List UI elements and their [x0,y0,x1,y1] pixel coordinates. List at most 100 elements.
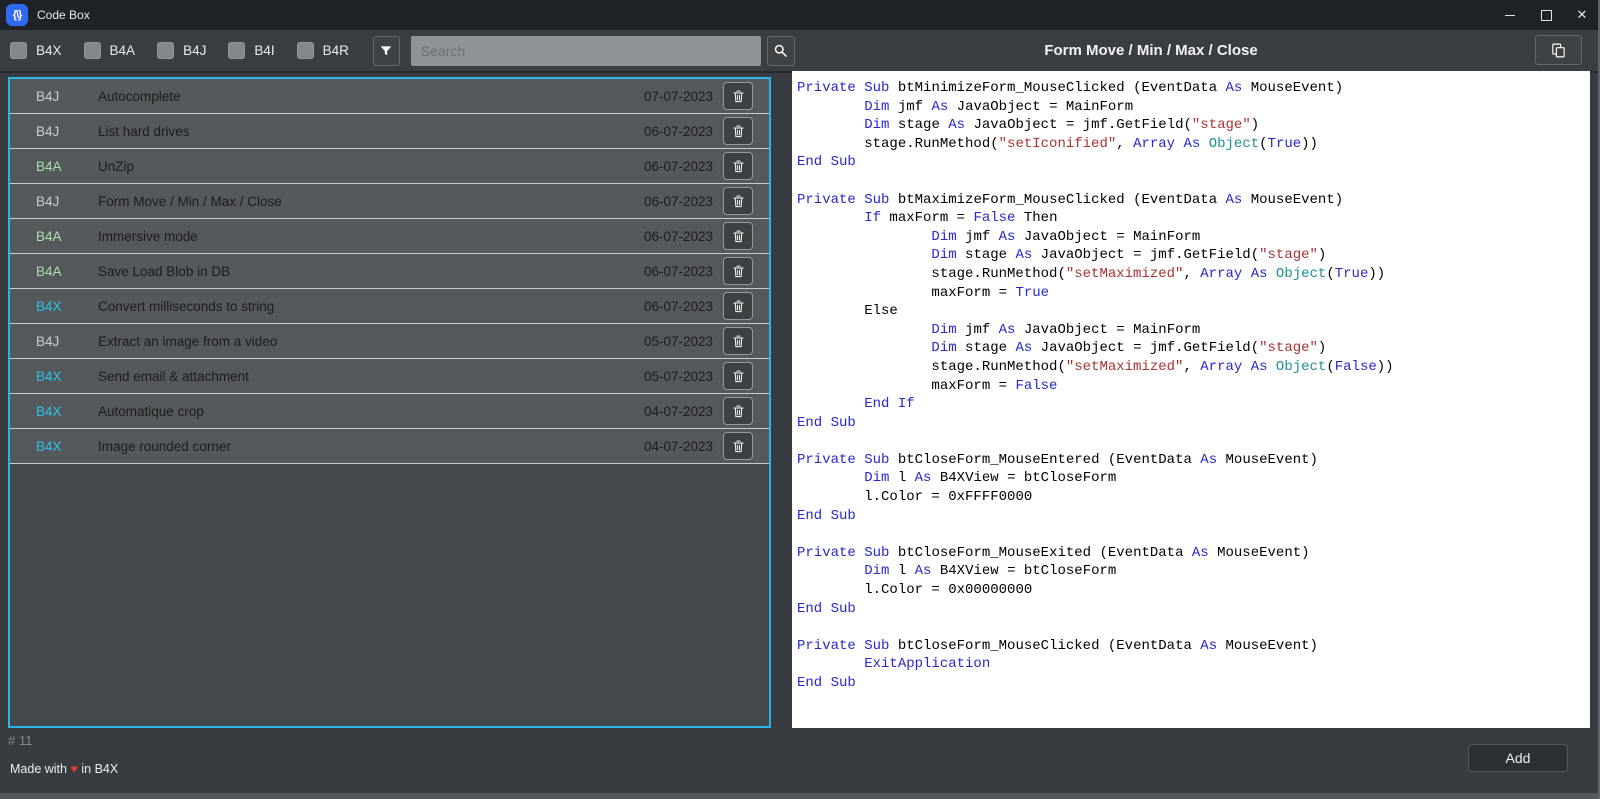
filter-item-b4a[interactable]: B4A [84,42,136,59]
delete-button[interactable] [723,397,753,425]
list-row[interactable]: B4ASave Load Blob in DB06-07-2023 [10,254,769,289]
search-button[interactable] [767,36,795,66]
code-line: Dim jmf As JavaObject = MainForm [797,321,1586,340]
list-row[interactable]: B4JList hard drives06-07-2023 [10,114,769,149]
delete-button[interactable] [723,327,753,355]
code-line: End Sub [797,414,1586,433]
list-row[interactable]: B4JForm Move / Min / Max / Close06-07-20… [10,184,769,219]
snippet-count: # 11 [8,733,32,748]
code-line: End If [797,395,1586,414]
code-line: End Sub [797,600,1586,619]
bottom-strip [0,793,1600,799]
row-title: Automatique crop [98,404,644,419]
close-icon: ✕ [1577,7,1588,23]
list-row[interactable]: B4AImmersive mode06-07-2023 [10,219,769,254]
delete-button[interactable] [723,362,753,390]
code-line: l.Color = 0x00000000 [797,581,1586,600]
row-tag: B4J [10,124,98,139]
row-tag: B4X [10,404,98,419]
window-controls: ✕ [1492,0,1600,30]
filter-label: B4A [110,43,136,58]
filter-item-b4r[interactable]: B4R [297,42,349,59]
checkbox[interactable] [228,42,245,59]
delete-button[interactable] [723,187,753,215]
toolbar: B4X B4A B4J B4I B4R Form Move / Min / Max / … [0,30,1600,73]
code-line: Private Sub btCloseForm_MouseExited (Eve… [797,544,1586,563]
delete-button[interactable] [723,152,753,180]
checkbox[interactable] [157,42,174,59]
snippet-title: Form Move / Min / Max / Close [792,30,1510,71]
heart-icon: ♥ [70,762,77,776]
code-line: Dim l As B4XView = btCloseForm [797,469,1586,488]
code-line: Else [797,302,1586,321]
code-line: Dim l As B4XView = btCloseForm [797,562,1586,581]
code-content: Private Sub btMinimizeForm_MouseClicked … [792,71,1590,693]
row-date: 06-07-2023 [644,159,713,174]
code-line: stage.RunMethod("setMaximized", Array As… [797,358,1586,377]
delete-button[interactable] [723,432,753,460]
trash-icon [732,124,745,139]
code-line: End Sub [797,674,1586,693]
minimize-button[interactable] [1492,0,1528,30]
delete-button[interactable] [723,82,753,110]
delete-button[interactable] [723,292,753,320]
row-tag: B4J [10,334,98,349]
row-title: Form Move / Min / Max / Close [98,194,644,209]
list-row[interactable]: B4XAutomatique crop04-07-2023 [10,394,769,429]
code-line: Private Sub btMaximizeForm_MouseClicked … [797,191,1586,210]
maximize-button[interactable] [1528,0,1564,30]
row-tag: B4X [10,299,98,314]
code-line [797,432,1586,451]
add-button[interactable]: Add [1468,744,1568,772]
row-tag: B4A [10,229,98,244]
row-date: 07-07-2023 [644,89,713,104]
list-row[interactable]: B4XConvert milliseconds to string06-07-2… [10,289,769,324]
filter-button[interactable] [373,36,400,66]
code-line: Dim stage As JavaObject = jmf.GetField("… [797,339,1586,358]
row-title: List hard drives [98,124,644,139]
filter-label: B4I [254,43,274,58]
filter-item-b4j[interactable]: B4J [157,42,206,59]
code-line: End Sub [797,507,1586,526]
delete-button[interactable] [723,257,753,285]
list-row[interactable]: B4XSend email & attachment05-07-2023 [10,359,769,394]
code-line [797,525,1586,544]
checkbox[interactable] [84,42,101,59]
search-input[interactable] [411,36,761,66]
code-line: stage.RunMethod("setMaximized", Array As… [797,265,1586,284]
filter-item-b4x[interactable]: B4X [10,42,62,59]
filter-item-b4i[interactable]: B4I [228,42,274,59]
checkbox[interactable] [297,42,314,59]
trash-icon [732,439,745,454]
list-row[interactable]: B4XImage rounded corner04-07-2023 [10,429,769,464]
delete-button[interactable] [723,222,753,250]
list-row[interactable]: B4JExtract an image from a video05-07-20… [10,324,769,359]
checkbox[interactable] [10,42,27,59]
filter-checkboxes: B4X B4A B4J B4I B4R [0,42,349,59]
made-with-prefix: Made with [10,762,67,776]
trash-icon [732,369,745,384]
code-line: Dim jmf As JavaObject = MainForm [797,98,1586,117]
list-row[interactable]: B4AUnZip06-07-2023 [10,149,769,184]
row-date: 04-07-2023 [644,404,713,419]
row-tag: B4J [10,194,98,209]
code-line [797,172,1586,191]
filter-label: B4R [323,43,349,58]
code-line: ExitApplication [797,655,1586,674]
copy-button[interactable] [1535,35,1582,65]
row-title: Autocomplete [98,89,644,104]
delete-button[interactable] [723,117,753,145]
search-icon [773,43,788,58]
trash-icon [732,334,745,349]
row-tag: B4X [10,439,98,454]
trash-icon [732,159,745,174]
code-line: maxForm = False [797,377,1586,396]
row-title: Send email & attachment [98,369,644,384]
list-row[interactable]: B4JAutocomplete07-07-2023 [10,79,769,114]
title-bar: {\} Code Box ✕ [0,0,1600,30]
trash-icon [732,89,745,104]
trash-icon [732,194,745,209]
close-button[interactable]: ✕ [1564,0,1600,30]
row-title: Immersive mode [98,229,644,244]
row-title: Extract an image from a video [98,334,644,349]
